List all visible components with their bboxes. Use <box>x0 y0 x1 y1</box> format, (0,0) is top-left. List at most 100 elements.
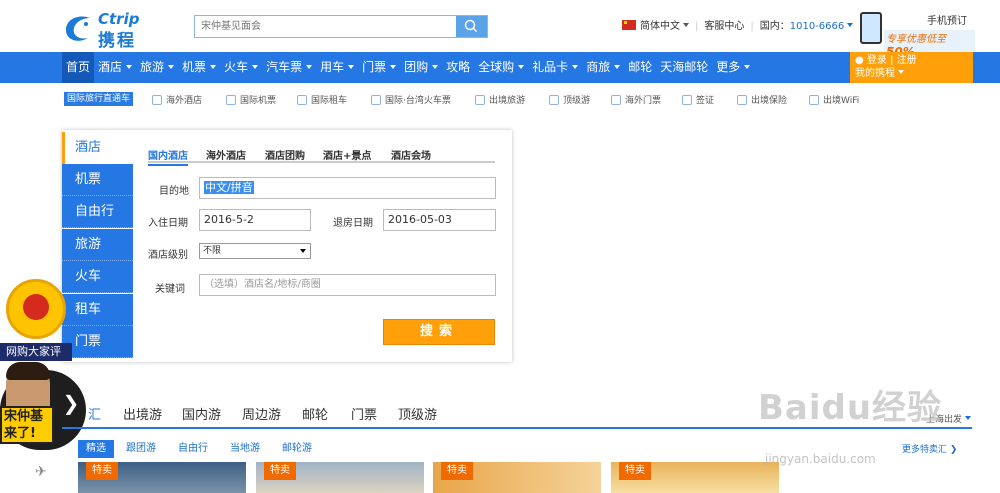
chevron-down-icon <box>965 416 972 420</box>
chevron-down-icon[interactable] <box>348 65 355 69</box>
nav-item[interactable]: 更多 <box>712 52 754 83</box>
hotel-level-select[interactable]: 不限 <box>199 243 311 259</box>
deal-pill[interactable]: 当地游 <box>230 440 260 458</box>
vtab-item[interactable]: 酒店 <box>62 132 133 164</box>
chevron-down-icon[interactable] <box>898 70 904 74</box>
subnav-item[interactable]: 国际租车 <box>297 93 347 106</box>
chevron-down-icon[interactable] <box>252 65 259 69</box>
ctrip-logo[interactable]: Ctrip 携程 <box>62 8 162 51</box>
nav-item[interactable]: 商旅 <box>582 52 624 83</box>
deal-card[interactable] <box>789 462 959 493</box>
deal-pill[interactable]: 精选 <box>78 440 114 458</box>
nav-item[interactable]: 全球购 <box>474 52 528 83</box>
htab-item[interactable]: 酒店团购 <box>265 147 305 162</box>
more-deals-link[interactable]: 更多特卖汇 ❯ <box>902 442 957 455</box>
language-selector[interactable]: 简体中文 <box>622 20 689 32</box>
nav-item[interactable]: 用车 <box>316 52 358 83</box>
destination-input[interactable]: 中文/拼音 <box>199 177 496 199</box>
deal-tab[interactable]: 汇 <box>88 404 101 423</box>
chevron-down-icon[interactable] <box>518 65 525 69</box>
my-ctrip-link[interactable]: 我的携程 <box>855 68 895 79</box>
phone-icon <box>860 12 882 44</box>
chevron-down-icon[interactable] <box>614 65 621 69</box>
deal-pill[interactable]: 邮轮游 <box>282 440 312 458</box>
promo-text: 宋仲基 来了! <box>0 406 54 444</box>
nav-item[interactable]: 首页 <box>62 52 95 83</box>
deal-pill[interactable]: 跟团游 <box>126 440 156 458</box>
search-input[interactable] <box>195 16 457 37</box>
login-link[interactable]: 登录 <box>867 55 887 66</box>
deal-tab[interactable]: 国内游 <box>182 404 221 423</box>
subnav-item[interactable]: 顶级游 <box>549 93 590 106</box>
deal-card[interactable]: 特卖 <box>78 462 246 493</box>
nav-item[interactable]: 团购 <box>400 52 442 83</box>
chevron-down-icon[interactable] <box>306 65 313 69</box>
register-link[interactable]: 注册 <box>897 55 917 66</box>
subnav-icon <box>737 95 747 105</box>
subnav-item[interactable]: 出境WiFi <box>809 93 859 106</box>
nav-item[interactable]: 酒店 <box>94 52 136 83</box>
subnav-item[interactable]: 国际·台湾火车票 <box>371 93 451 106</box>
deal-tab[interactable]: 邮轮 <box>302 404 328 423</box>
deal-tab[interactable]: 顶级游 <box>398 404 437 423</box>
vtab-item[interactable]: 租车 <box>62 293 133 326</box>
nav-item[interactable]: 门票 <box>358 52 400 83</box>
deal-pill[interactable]: 自由行 <box>178 440 208 458</box>
deal-tab[interactable]: 周边游 <box>242 404 281 423</box>
chevron-down-icon[interactable] <box>390 65 397 69</box>
vtab-item[interactable]: 机票 <box>62 163 133 196</box>
destination-label: 目的地 <box>159 186 189 197</box>
deal-tab[interactable]: 门票 <box>351 404 377 423</box>
chevron-down-icon[interactable] <box>168 65 175 69</box>
subnav-item[interactable]: 出境旅游 <box>475 93 525 106</box>
subnav-item[interactable]: 国际机票 <box>226 93 276 106</box>
nav-item[interactable]: 机票 <box>178 52 220 83</box>
htab-item[interactable]: 海外酒店 <box>206 147 246 162</box>
nav-item[interactable]: 天海邮轮 <box>656 52 712 83</box>
htab-item[interactable]: 国内酒店 <box>148 147 188 166</box>
chevron-down-icon[interactable] <box>847 23 854 27</box>
keyword-input[interactable]: （选填）酒店名/地标/商圈 <box>199 274 496 296</box>
domestic-label: 国内： <box>759 21 790 32</box>
vtab-item[interactable]: 旅游 <box>62 228 133 261</box>
subnav-item[interactable]: 海外门票 <box>611 93 661 106</box>
service-center-link[interactable]: 客服中心 <box>704 21 744 32</box>
deal-card[interactable]: 特卖 <box>433 462 601 493</box>
gov-emblem-badge[interactable]: 网购大家评 <box>0 279 72 363</box>
hotel-search-button[interactable]: 搜索 <box>383 319 495 345</box>
nav-item[interactable]: 火车 <box>220 52 262 83</box>
top-links: 简体中文 | 客服中心 | 国内：1010-6666 <box>622 17 854 32</box>
search-icon <box>464 19 478 33</box>
chevron-down-icon[interactable] <box>210 65 217 69</box>
vtab-item[interactable]: 自由行 <box>62 196 133 228</box>
deal-card[interactable]: 特卖 <box>611 462 779 493</box>
nav-item[interactable]: 汽车票 <box>262 52 316 83</box>
nav-item[interactable]: 攻略 <box>442 52 474 83</box>
checkout-label: 退房日期 <box>333 218 373 229</box>
chevron-down-icon[interactable] <box>432 65 439 69</box>
search-button[interactable] <box>456 16 487 37</box>
subnav-item[interactable]: 出境保险 <box>737 93 787 106</box>
subnav-item[interactable]: 海外酒店 <box>152 93 202 106</box>
subnav-item[interactable]: 签证 <box>682 93 714 106</box>
htab-item[interactable]: 酒店+景点 <box>323 147 371 162</box>
chevron-down-icon[interactable] <box>572 65 579 69</box>
deal-card[interactable]: 特卖 <box>256 462 424 493</box>
mobile-booking-promo[interactable]: 手机预订 专享优惠低至50% <box>860 8 975 59</box>
hotel-type-tabs: 国内酒店 海外酒店 酒店团购 酒店+景点 酒店会场 <box>148 147 495 166</box>
plane-icon[interactable]: ✈ <box>35 464 49 480</box>
htab-item[interactable]: 酒店会场 <box>391 147 431 162</box>
chevron-down-icon[interactable] <box>744 65 751 69</box>
nav-item[interactable]: 旅游 <box>136 52 178 83</box>
nav-item[interactable]: 邮轮 <box>624 52 656 83</box>
hotel-level-label: 酒店级别 <box>148 250 188 261</box>
nav-item[interactable]: 礼品卡 <box>528 52 582 83</box>
deal-tab[interactable]: 出境游 <box>123 404 162 423</box>
checkout-input[interactable]: 2016-05-03 <box>383 209 496 231</box>
subnav-icon <box>549 95 559 105</box>
chevron-down-icon[interactable] <box>126 65 133 69</box>
phone-number[interactable]: 1010-6666 <box>790 21 845 32</box>
checkin-input[interactable]: 2016-5-2 <box>199 209 311 231</box>
vtab-item[interactable]: 火车 <box>62 261 133 293</box>
vtab-item[interactable]: 门票 <box>62 326 133 358</box>
